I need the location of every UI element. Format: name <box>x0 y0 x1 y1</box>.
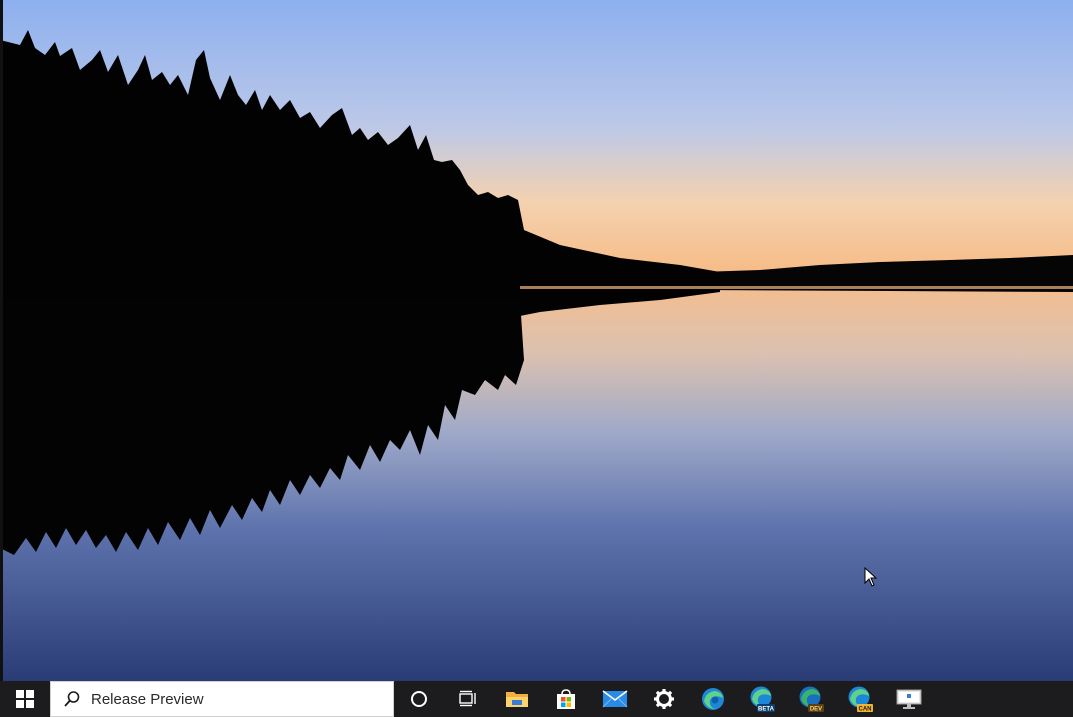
search-placeholder: Release Preview <box>91 690 204 708</box>
store-bag-icon <box>556 689 575 709</box>
cortana-ring-icon <box>410 691 427 707</box>
edge-beta-button[interactable]: BETA <box>737 681 786 717</box>
task-view-button[interactable] <box>443 681 492 717</box>
task-view-icon <box>458 690 476 707</box>
windows-logo-icon <box>16 690 34 708</box>
mail-icon <box>602 690 627 708</box>
desktop-wallpaper <box>0 0 1073 681</box>
taskbar-pinned-apps: BETA DEV CAN <box>394 681 933 717</box>
svg-text:CAN: CAN <box>858 707 871 713</box>
taskbar: Release Preview BETA DEV CAN <box>0 681 1073 717</box>
gear-icon <box>653 689 674 709</box>
remote-desktop-button[interactable] <box>884 681 933 717</box>
search-icon <box>64 691 80 707</box>
edge-button[interactable] <box>688 681 737 717</box>
start-button[interactable] <box>0 681 50 717</box>
edge-canary-icon: CAN <box>848 686 873 713</box>
mail-button[interactable] <box>590 681 639 717</box>
edge-icon <box>701 688 724 710</box>
mouse-cursor-icon <box>864 567 878 587</box>
desktop[interactable] <box>0 0 1073 681</box>
svg-text:BETA: BETA <box>758 707 775 713</box>
cortana-button[interactable] <box>394 681 443 717</box>
microsoft-store-button[interactable] <box>541 681 590 717</box>
folder-icon <box>505 692 528 707</box>
taskbar-search-box[interactable]: Release Preview <box>50 681 394 717</box>
edge-beta-icon: BETA <box>750 686 775 713</box>
edge-dev-button[interactable]: DEV <box>786 681 835 717</box>
edge-dev-icon: DEV <box>799 686 824 713</box>
settings-button[interactable] <box>639 681 688 717</box>
monitor-icon <box>896 689 921 709</box>
file-explorer-button[interactable] <box>492 681 541 717</box>
edge-canary-button[interactable]: CAN <box>835 681 884 717</box>
svg-text:DEV: DEV <box>809 707 821 713</box>
